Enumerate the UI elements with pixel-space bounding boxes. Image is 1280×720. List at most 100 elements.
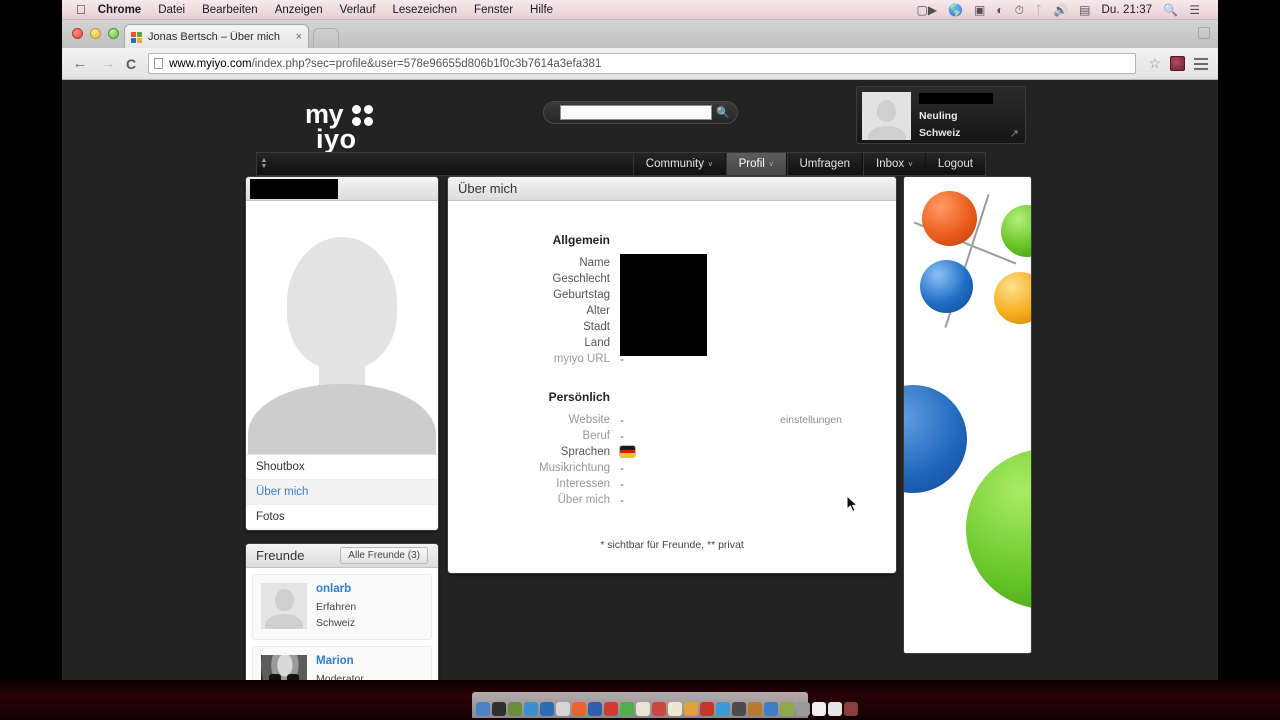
- nav-item-community[interactable]: Community ˅: [632, 153, 726, 175]
- minimize-window-button[interactable]: [90, 28, 101, 39]
- new-tab-button[interactable]: [313, 28, 339, 48]
- dock-icon[interactable]: [844, 702, 858, 716]
- user-name-redacted: [919, 93, 993, 104]
- apple-icon[interactable]: : [76, 3, 86, 16]
- window-controls[interactable]: [72, 28, 119, 39]
- volume-icon[interactable]: 🔊: [1053, 4, 1068, 16]
- friend-name[interactable]: Marion: [316, 655, 364, 667]
- reload-icon[interactable]: C: [126, 56, 136, 72]
- menu-item-anzeigen[interactable]: Anzeigen: [275, 4, 323, 16]
- search-icon[interactable]: 🔍: [1163, 4, 1178, 16]
- logout-link[interactable]: Logout: [926, 153, 985, 175]
- menu-item-datei[interactable]: Datei: [158, 4, 185, 16]
- menu-item-chrome[interactable]: Chrome: [98, 4, 141, 16]
- search-icon[interactable]: 🔍: [712, 103, 734, 122]
- sphere-blue-large: [904, 385, 967, 493]
- dock-icon[interactable]: [620, 702, 634, 716]
- friend-list-item[interactable]: onlarb Erfahren Schweiz: [252, 574, 432, 640]
- dock-icon[interactable]: [588, 702, 602, 716]
- tab-close-icon[interactable]: ×: [290, 31, 302, 43]
- profile-name-redacted: [250, 178, 338, 199]
- url-path: /index.php?sec=profile&user=578e96655d80…: [251, 57, 602, 70]
- back-arrow-icon[interactable]: ←: [70, 56, 90, 71]
- dock-icon[interactable]: [508, 702, 522, 716]
- dock-icon[interactable]: [524, 702, 538, 716]
- dock-icon[interactable]: [668, 702, 682, 716]
- nav-item-inbox[interactable]: Inbox ˅: [863, 153, 926, 175]
- zoom-window-button[interactable]: [108, 28, 119, 39]
- sidebar-item-shoutbox[interactable]: Shoutbox: [246, 455, 438, 480]
- dock-icon[interactable]: [556, 702, 570, 716]
- dock-icon[interactable]: [476, 702, 490, 716]
- myiyo-favicon-icon: [131, 31, 143, 43]
- bluetooth-icon[interactable]: ᛏ: [1035, 4, 1042, 16]
- dock-icon[interactable]: [652, 702, 666, 716]
- site-search[interactable]: 🔍: [543, 101, 738, 124]
- settings-link[interactable]: einstellungen: [780, 414, 842, 426]
- extension-icon[interactable]: [1170, 56, 1185, 71]
- friend-list-item[interactable]: Marion Moderator: [252, 646, 432, 680]
- dock-icon[interactable]: [540, 702, 554, 716]
- all-friends-button[interactable]: Alle Freunde (3): [340, 547, 428, 564]
- dock-icon[interactable]: [604, 702, 618, 716]
- dock-icon[interactable]: [764, 702, 778, 716]
- chevron-down-icon: ˅: [707, 159, 713, 169]
- value-sprachen: [620, 445, 635, 461]
- sphere-orange: [922, 191, 977, 246]
- dock-icon[interactable]: [732, 702, 746, 716]
- address-bar[interactable]: www.myiyo.com/index.php?sec=profile&user…: [148, 53, 1137, 74]
- tab-title: Jonas Bertsch – Über mich: [148, 30, 281, 43]
- arrow-icon[interactable]: ↗: [1010, 127, 1019, 140]
- sidebar-item-fotos[interactable]: Fotos: [246, 505, 438, 530]
- dock-icon[interactable]: [572, 702, 586, 716]
- page-viewport: my iyo 🔍 Neuling Schweiz ↗ ▲ ▼ Community…: [62, 80, 1218, 680]
- friend-rank: Erfahren: [316, 601, 357, 613]
- page-info-icon: [154, 58, 164, 69]
- macos-dock[interactable]: [472, 692, 858, 718]
- menu-item-verlauf[interactable]: Verlauf: [340, 4, 376, 16]
- wifi-icon[interactable]: ◐: [996, 4, 1003, 16]
- myiyo-logo[interactable]: my iyo: [305, 101, 373, 152]
- battery-icon[interactable]: ▤: [1079, 4, 1090, 16]
- menu-item-lesezeichen[interactable]: Lesezeichen: [392, 4, 457, 16]
- stepper-icon[interactable]: ▲ ▼: [257, 153, 271, 175]
- dock-icon[interactable]: [812, 702, 826, 716]
- dock-icon[interactable]: [780, 702, 794, 716]
- menu-item-bearbeiten[interactable]: Bearbeiten: [202, 4, 258, 16]
- friend-name[interactable]: onlarb: [316, 583, 356, 595]
- hamburger-menu-icon[interactable]: [1194, 57, 1208, 70]
- nav-item-profil[interactable]: Profil ˅: [725, 153, 787, 175]
- menu-bar-clock[interactable]: Du. 21:37: [1102, 4, 1153, 16]
- section-title-persoenlich: Persönlich: [548, 390, 610, 404]
- sidebar-item-ueber-mich[interactable]: Über mich: [246, 480, 438, 505]
- time-machine-icon[interactable]: ⏱: [1015, 4, 1024, 16]
- forward-arrow-icon[interactable]: →: [98, 56, 118, 71]
- nav-item-umfragen[interactable]: Umfragen: [786, 153, 863, 175]
- dock-icon[interactable]: [700, 702, 714, 716]
- dock-icon[interactable]: [796, 702, 810, 716]
- dock-icon[interactable]: [716, 702, 730, 716]
- menu-item-hilfe[interactable]: Hilfe: [530, 4, 553, 16]
- fullscreen-button[interactable]: [1198, 27, 1210, 39]
- list-icon[interactable]: ☰: [1189, 4, 1200, 16]
- advertisement-banner[interactable]: [903, 176, 1032, 654]
- dock-icon[interactable]: [684, 702, 698, 716]
- dock-icon[interactable]: [828, 702, 842, 716]
- screen-recording-icon[interactable]: ▢▶: [917, 4, 938, 16]
- close-window-button[interactable]: [72, 28, 83, 39]
- star-icon[interactable]: ☆: [1148, 55, 1161, 72]
- globe-icon[interactable]: 🌎: [948, 4, 963, 16]
- label-ueber-mich: Über mich: [557, 494, 610, 506]
- url-host: www.myiyo.com: [169, 57, 252, 70]
- tab-strip: Jonas Bertsch – Über mich ×: [62, 20, 1218, 48]
- profile-card: Shoutbox Über mich Fotos: [245, 176, 439, 531]
- dock-icon[interactable]: [492, 702, 506, 716]
- label-stadt: Stadt: [583, 321, 610, 333]
- search-input[interactable]: [560, 105, 712, 120]
- dock-icon[interactable]: [636, 702, 650, 716]
- user-box[interactable]: Neuling Schweiz ↗: [856, 86, 1026, 144]
- browser-tab[interactable]: Jonas Bertsch – Über mich ×: [124, 24, 309, 48]
- dock-icon[interactable]: [748, 702, 762, 716]
- contacts-icon[interactable]: ▣: [974, 4, 985, 16]
- menu-item-fenster[interactable]: Fenster: [474, 4, 513, 16]
